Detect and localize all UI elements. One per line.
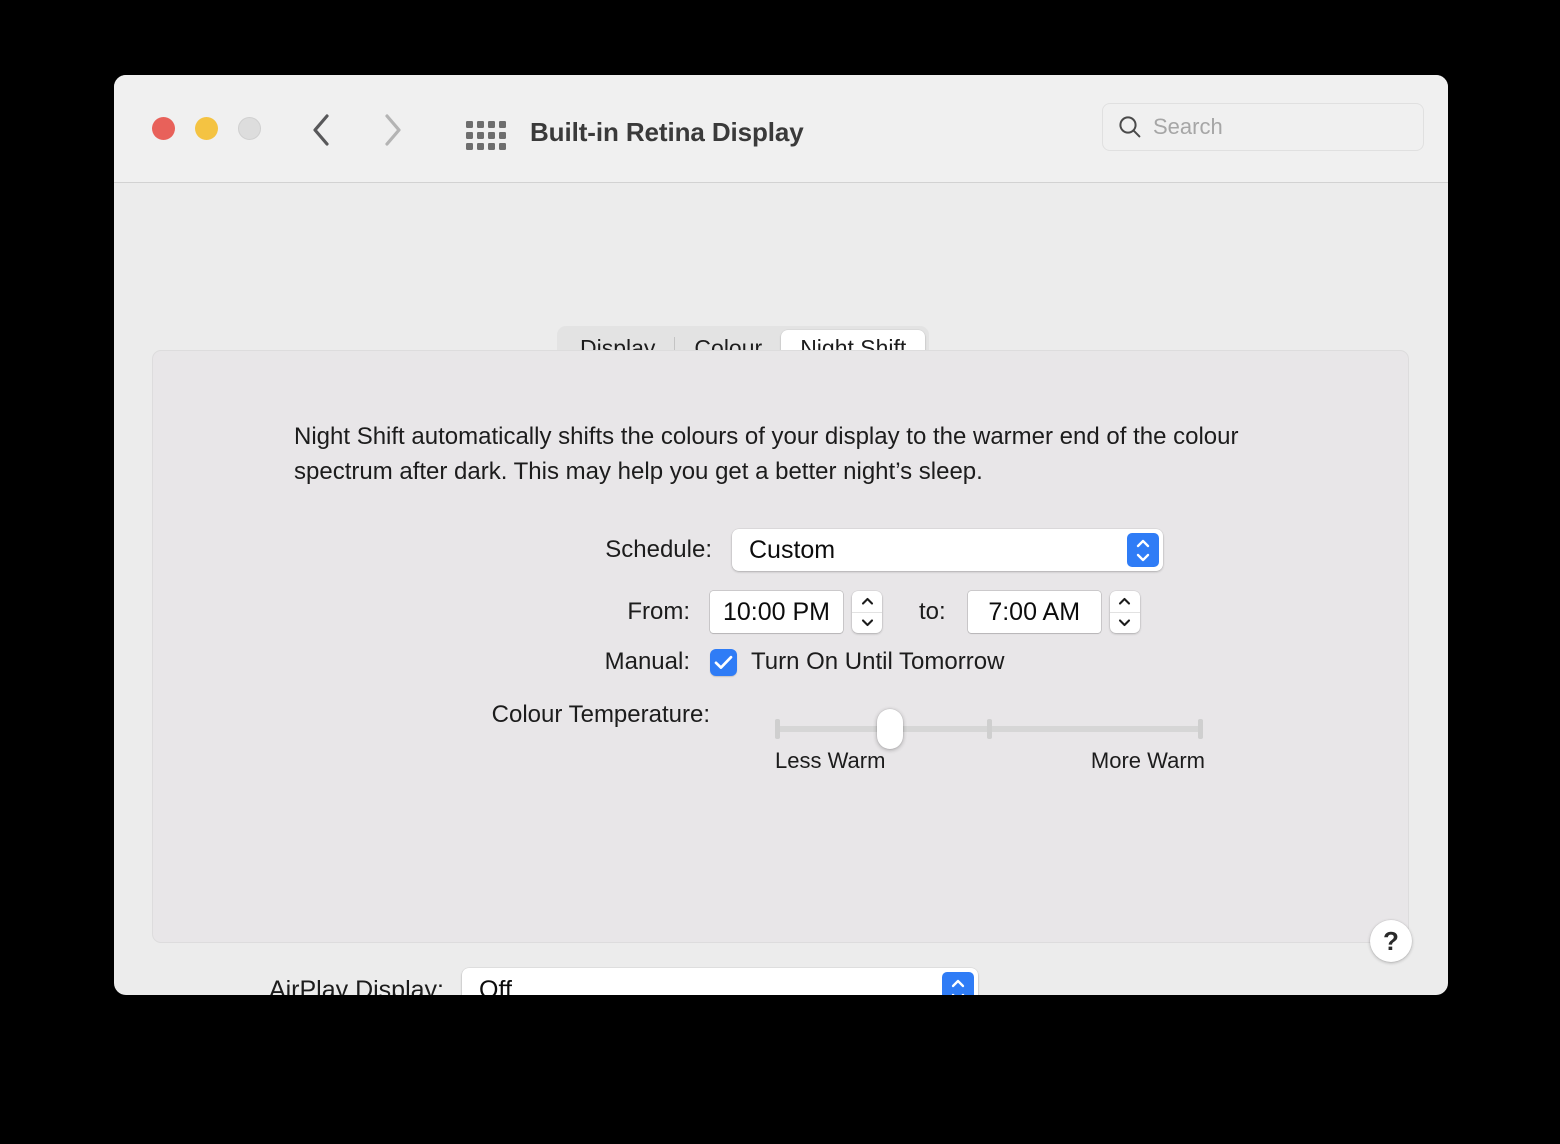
- zoom-button: [238, 117, 261, 140]
- schedule-row: Schedule: Custom: [153, 529, 1163, 571]
- colour-temperature-label: Colour Temperature:: [491, 701, 710, 728]
- slider-min-label: Less Warm: [775, 748, 886, 773]
- show-all-grid-icon[interactable]: [466, 121, 506, 150]
- stepper-up-icon[interactable]: [1109, 591, 1140, 613]
- schedule-select[interactable]: Custom: [732, 529, 1163, 571]
- from-label: From:: [627, 598, 690, 625]
- checkmark-icon: [714, 655, 733, 669]
- to-time-field[interactable]: 7:00 AM: [967, 591, 1101, 633]
- window-titlebar: Built-in Retina Display Search: [114, 75, 1448, 183]
- stepper-down-icon[interactable]: [852, 613, 882, 634]
- navigation-arrows: [310, 113, 404, 147]
- schedule-label: Schedule:: [605, 536, 712, 563]
- from-time-stepper[interactable]: [852, 591, 882, 633]
- night-shift-panel: Night Shift automatically shifts the col…: [152, 350, 1409, 943]
- from-time-field[interactable]: 10:00 PM: [710, 591, 843, 633]
- slider-tick-mid: [987, 719, 992, 739]
- back-icon[interactable]: [310, 113, 334, 147]
- to-time-stepper[interactable]: [1109, 591, 1140, 634]
- forward-icon: [380, 113, 404, 147]
- manual-checkbox[interactable]: [710, 648, 737, 676]
- manual-label: Manual:: [604, 648, 690, 675]
- preferences-window: Built-in Retina Display Search Display C…: [114, 75, 1448, 995]
- colour-temperature-slider[interactable]: [775, 709, 1203, 749]
- close-button[interactable]: [152, 117, 175, 140]
- airplay-row: AirPlay Display: Off: [152, 968, 978, 995]
- minimize-button[interactable]: [195, 117, 218, 140]
- stepper-up-icon[interactable]: [852, 591, 882, 613]
- to-label: to:: [919, 598, 946, 625]
- page-title: Built-in Retina Display: [530, 117, 804, 147]
- slider-tick-min: [775, 719, 780, 739]
- schedule-time-row: From: 10:00 PM to: 7:00 AM: [153, 591, 1140, 633]
- search-placeholder: Search: [1153, 114, 1223, 139]
- airplay-select[interactable]: Off: [462, 968, 978, 995]
- window-body: Display Colour Night Shift Night Shift a…: [114, 183, 1448, 995]
- window-controls: [152, 117, 261, 140]
- search-icon: [1119, 116, 1141, 138]
- slider-max-label: More Warm: [1090, 748, 1205, 773]
- stepper-down-icon[interactable]: [1110, 613, 1140, 634]
- slider-tick-max: [1198, 719, 1203, 739]
- airplay-value: Off: [479, 975, 512, 996]
- chevron-updown-icon: [942, 972, 974, 995]
- search-field[interactable]: Search: [1102, 103, 1424, 151]
- schedule-value: Custom: [749, 535, 836, 564]
- airplay-label: AirPlay Display:: [268, 975, 444, 996]
- manual-checkbox-label: Turn On Until Tomorrow: [751, 648, 1005, 675]
- slider-end-labels: Less Warm More Warm: [775, 748, 1205, 774]
- help-button[interactable]: ?: [1370, 920, 1412, 962]
- slider-thumb[interactable]: [877, 709, 903, 749]
- night-shift-description: Night Shift automatically shifts the col…: [294, 423, 1239, 485]
- colour-temperature-row: Colour Temperature:: [153, 701, 710, 729]
- manual-row: Manual: Turn On Until Tomorrow: [153, 648, 1004, 676]
- chevron-updown-icon: [1127, 533, 1159, 567]
